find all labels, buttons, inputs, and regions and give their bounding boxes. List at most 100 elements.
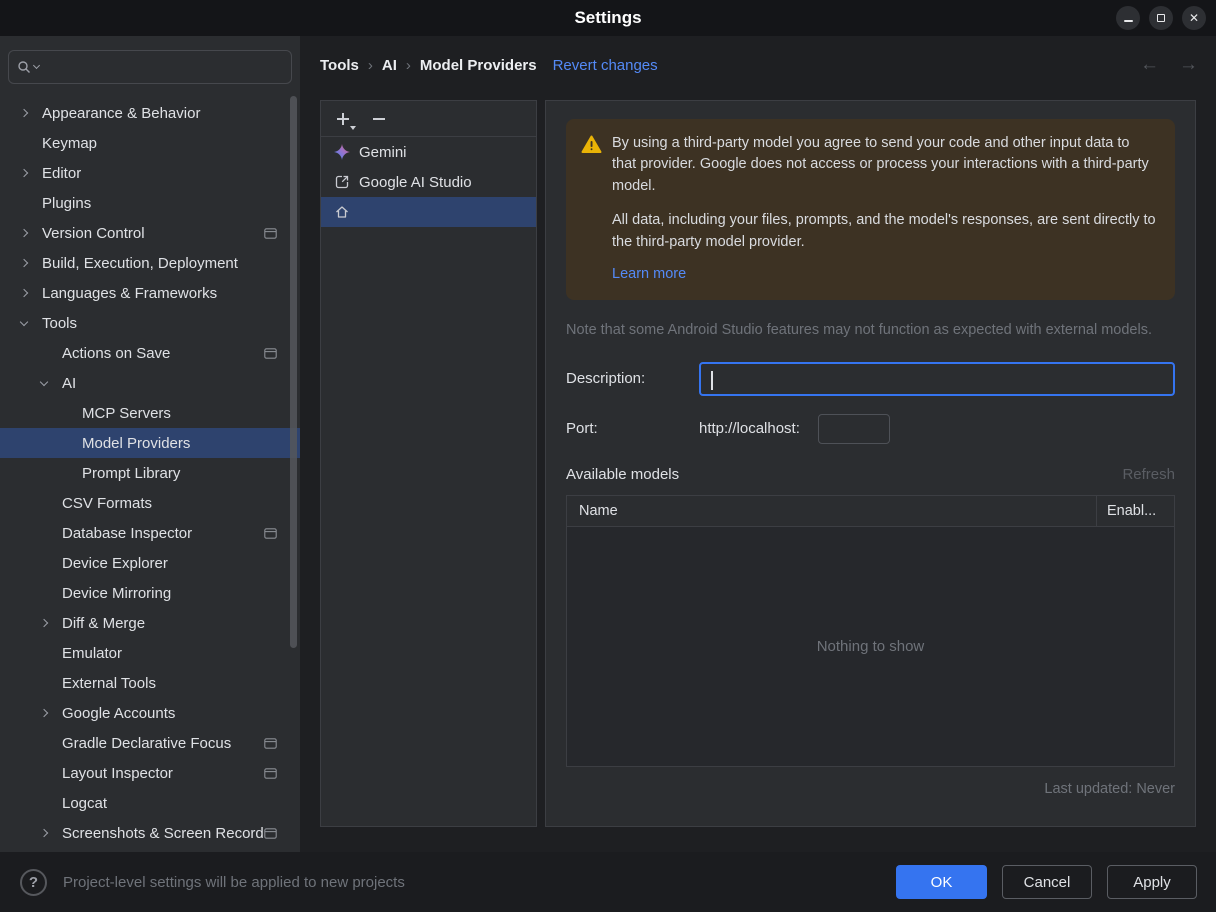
chevron-icon[interactable] xyxy=(14,98,34,128)
forward-icon[interactable]: → xyxy=(1179,54,1198,76)
sidebar-item-build-execution-deployment[interactable]: Build, Execution, Deployment xyxy=(0,248,300,278)
port-input[interactable] xyxy=(817,413,890,444)
sidebar-item-label: Keymap xyxy=(42,134,98,152)
sidebar-item-screenshots-screen-recordi[interactable]: Screenshots & Screen Recordi xyxy=(0,818,300,848)
sidebar-scrollbar[interactable] xyxy=(290,96,297,648)
description-label: Description: xyxy=(566,370,646,388)
chevron-icon[interactable] xyxy=(34,548,54,578)
sidebar-item-google-accounts[interactable]: Google Accounts xyxy=(0,698,300,728)
back-icon[interactable]: ← xyxy=(1140,54,1159,76)
sidebar-item-keymap[interactable]: Keymap xyxy=(0,128,300,158)
add-icon xyxy=(336,112,350,126)
sidebar-item-tools[interactable]: Tools xyxy=(0,308,300,338)
sidebar-item-database-inspector[interactable]: Database Inspector xyxy=(0,518,300,548)
port-label: Port: xyxy=(566,420,598,438)
chevron-icon[interactable] xyxy=(34,578,54,608)
chevron-icon[interactable] xyxy=(14,248,34,278)
maximize-button[interactable] xyxy=(1149,6,1173,30)
column-header-enabled[interactable]: Enabl... xyxy=(1097,496,1174,526)
warning-text-2: All data, including your files, prompts,… xyxy=(612,212,1156,250)
provider-item-gemini[interactable]: Gemini xyxy=(321,137,536,167)
breadcrumb: Tools › AI › Model Providers Revert chan… xyxy=(320,50,658,80)
sidebar-item-layout-inspector[interactable]: Layout Inspector xyxy=(0,758,300,788)
breadcrumb-model-providers[interactable]: Model Providers xyxy=(420,57,537,74)
description-input[interactable] xyxy=(701,363,1173,394)
chevron-icon[interactable] xyxy=(14,128,34,158)
chevron-icon[interactable] xyxy=(34,488,54,518)
chevron-icon[interactable] xyxy=(34,608,54,638)
provider-list: Gemini Google AI Studio xyxy=(321,137,536,227)
sidebar-item-gradle-declarative-focus[interactable]: Gradle Declarative Focus xyxy=(0,728,300,758)
settings-search-box[interactable] xyxy=(8,50,292,84)
chevron-icon[interactable] xyxy=(34,698,54,728)
sidebar-item-device-explorer[interactable]: Device Explorer xyxy=(0,548,300,578)
sidebar-item-label: AI xyxy=(62,374,77,392)
sidebar-item-csv-formats[interactable]: CSV Formats xyxy=(0,488,300,518)
sidebar-item-emulator[interactable]: Emulator xyxy=(0,638,300,668)
chevron-icon[interactable] xyxy=(34,818,54,848)
column-header-name[interactable]: Name xyxy=(567,496,1096,526)
sidebar-item-device-mirroring[interactable]: Device Mirroring xyxy=(0,578,300,608)
sidebar-item-plugins[interactable]: Plugins xyxy=(0,188,300,218)
sidebar-item-label: MCP Servers xyxy=(82,404,171,422)
help-button[interactable]: ? xyxy=(20,868,47,896)
chevron-icon[interactable] xyxy=(54,428,74,458)
chevron-icon[interactable] xyxy=(34,338,54,368)
chevron-icon[interactable] xyxy=(14,158,34,188)
chevron-icon[interactable] xyxy=(14,278,34,308)
sidebar-item-appearance-behavior[interactable]: Appearance & Behavior xyxy=(0,98,300,128)
chevron-icon[interactable] xyxy=(34,638,54,668)
sidebar-item-ai[interactable]: AI xyxy=(0,368,300,398)
sidebar-item-logcat[interactable]: Logcat xyxy=(0,788,300,818)
chevron-icon[interactable] xyxy=(14,218,34,248)
minimize-button[interactable] xyxy=(1116,6,1140,30)
sidebar-item-languages-frameworks[interactable]: Languages & Frameworks xyxy=(0,278,300,308)
chevron-icon[interactable] xyxy=(34,758,54,788)
chevron-icon[interactable] xyxy=(34,788,54,818)
titlebar: Settings ✕ xyxy=(0,0,1216,36)
sidebar-item-mcp-servers[interactable]: MCP Servers xyxy=(0,398,300,428)
chevron-icon[interactable] xyxy=(54,458,74,488)
ai-studio-icon xyxy=(334,174,350,190)
revert-changes-link[interactable]: Revert changes xyxy=(553,57,658,74)
external-models-note: Note that some Android Studio features m… xyxy=(566,321,1152,338)
remove-icon xyxy=(373,117,385,120)
chevron-icon[interactable] xyxy=(34,728,54,758)
home-icon xyxy=(334,204,350,220)
sidebar-item-model-providers[interactable]: Model Providers xyxy=(0,428,300,458)
sidebar-item-diff-merge[interactable]: Diff & Merge xyxy=(0,608,300,638)
remove-provider-button[interactable] xyxy=(371,111,387,127)
chevron-icon[interactable] xyxy=(14,308,34,338)
sidebar-item-label: Model Providers xyxy=(82,434,191,452)
add-provider-button[interactable] xyxy=(335,111,356,130)
sidebar-item-external-tools[interactable]: External Tools xyxy=(0,668,300,698)
close-button[interactable]: ✕ xyxy=(1182,6,1206,30)
sidebar-item-label: Version Control xyxy=(42,224,145,242)
minimize-icon xyxy=(1123,20,1133,22)
search-input[interactable] xyxy=(42,59,283,75)
refresh-button[interactable]: Refresh xyxy=(1122,466,1175,483)
apply-button[interactable]: Apply xyxy=(1107,865,1197,899)
close-icon: ✕ xyxy=(1188,11,1200,25)
chevron-icon[interactable] xyxy=(34,668,54,698)
chevron-icon[interactable] xyxy=(54,398,74,428)
breadcrumb-tools[interactable]: Tools xyxy=(320,57,359,74)
sidebar-item-editor[interactable]: Editor xyxy=(0,158,300,188)
history-navigation: ← → xyxy=(1140,54,1198,76)
sidebar-item-version-control[interactable]: Version Control xyxy=(0,218,300,248)
chevron-icon[interactable] xyxy=(14,188,34,218)
provider-item-untitled[interactable] xyxy=(321,197,536,227)
sidebar-item-prompt-library[interactable]: Prompt Library xyxy=(0,458,300,488)
cancel-button[interactable]: Cancel xyxy=(1002,865,1092,899)
learn-more-link[interactable]: Learn more xyxy=(612,264,686,285)
description-row: Description: xyxy=(546,361,1195,396)
ok-button[interactable]: OK xyxy=(896,865,987,899)
chevron-icon[interactable] xyxy=(34,518,54,548)
sidebar-item-actions-on-save[interactable]: Actions on Save xyxy=(0,338,300,368)
search-history-chevron-icon[interactable] xyxy=(32,61,41,70)
provider-detail-panel: By using a third-party model you agree t… xyxy=(545,100,1196,827)
sidebar-item-label: Actions on Save xyxy=(62,344,171,362)
breadcrumb-ai[interactable]: AI xyxy=(382,57,397,74)
chevron-icon[interactable] xyxy=(34,368,54,398)
provider-item-google-ai-studio[interactable]: Google AI Studio xyxy=(321,167,536,197)
